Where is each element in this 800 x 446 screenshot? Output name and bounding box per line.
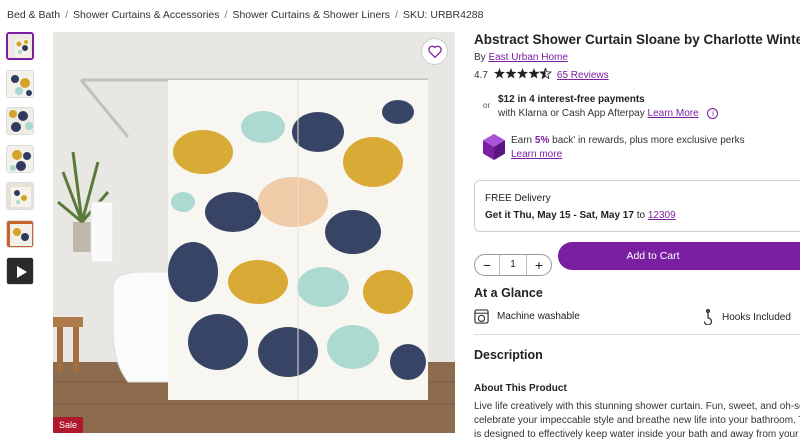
- product-hero-image[interactable]: [53, 32, 455, 433]
- at-a-glance-heading: At a Glance: [474, 286, 543, 300]
- about-product-heading: About This Product: [474, 383, 567, 394]
- sale-badge: Sale: [53, 417, 84, 433]
- breadcrumb-shower-curtains-accessories[interactable]: Shower Curtains & Accessories: [73, 9, 219, 21]
- quantity-input[interactable]: 1: [499, 255, 527, 275]
- thumbnail-1[interactable]: [6, 32, 34, 60]
- installment-subtext: with Klarna or Cash App Afterpay Learn M…: [498, 108, 719, 120]
- rewards-text-after: back' in rewards, plus more exclusive pe…: [552, 135, 745, 146]
- breadcrumb-bed-bath[interactable]: Bed & Bath: [7, 9, 60, 21]
- installment-providers: with Klarna or Cash App Afterpay: [498, 108, 645, 120]
- add-to-cart-label: Add to Cart: [626, 250, 680, 262]
- breadcrumb: Bed & Bath / Shower Curtains & Accessories…: [7, 9, 484, 21]
- brand-link[interactable]: East Urban Home: [488, 52, 567, 63]
- rewards-learn-more-link[interactable]: Learn more: [511, 149, 562, 160]
- delivery-to-label: to: [636, 210, 646, 221]
- thumbnail-4[interactable]: [6, 144, 34, 173]
- washing-machine-icon: [474, 309, 489, 324]
- feature-hooks-included: Hooks Included: [702, 309, 791, 325]
- product-title: Abstract Shower Curtain Sloane by Charlo…: [474, 32, 800, 47]
- zip-code-link[interactable]: 12309: [648, 210, 676, 221]
- delivery-label: FREE Delivery: [485, 193, 551, 204]
- feature-machine-washable: Machine washable: [474, 309, 580, 324]
- heart-icon: [427, 45, 442, 58]
- delivery-date-range: Get it Thu, May 15 - Sat, May 17: [485, 210, 634, 221]
- description-line: celebrate your impeccable style and brea…: [474, 415, 800, 426]
- brand-byline: By East Urban Home: [474, 52, 568, 63]
- breadcrumb-shower-curtains-liners[interactable]: Shower Curtains & Shower Liners: [232, 9, 390, 21]
- feature-label: Machine washable: [497, 311, 580, 322]
- quantity-stepper: − 1 +: [474, 254, 552, 276]
- feature-label: Hooks Included: [722, 311, 791, 323]
- thumbnail-5[interactable]: [6, 182, 34, 210]
- breadcrumb-separator: /: [224, 9, 228, 21]
- info-icon[interactable]: i: [707, 108, 719, 119]
- product-description-text: Live life creatively with this stunning …: [474, 400, 800, 442]
- thumbnail-2[interactable]: [6, 69, 34, 98]
- section-divider: [474, 334, 800, 335]
- description-line: is designed to effectively keep water in…: [474, 429, 800, 440]
- by-label: By: [474, 52, 486, 63]
- rating-value: 4.7: [474, 69, 488, 81]
- rating-row: 4.7 65 Reviews: [474, 66, 609, 82]
- rewards-percent: 5%: [534, 135, 550, 146]
- rewards-text-before: Earn: [511, 135, 533, 146]
- installment-headline: $12 in 4 interest-free payments: [498, 94, 645, 105]
- delivery-box: FREE Delivery Get it Thu, May 15 - Sat, …: [474, 180, 800, 232]
- add-to-cart-button[interactable]: Add to Cart: [558, 242, 800, 270]
- decrease-quantity-button[interactable]: −: [480, 258, 494, 272]
- description-line: Live life creatively with this stunning …: [474, 401, 800, 412]
- thumbnail-3[interactable]: [6, 107, 34, 135]
- delivery-estimate: Get it Thu, May 15 - Sat, May 17 to 1230…: [485, 210, 676, 221]
- breadcrumb-separator: /: [65, 9, 69, 21]
- thumbnail-video[interactable]: [6, 257, 34, 285]
- play-icon: [17, 266, 27, 278]
- reviews-link[interactable]: 65 Reviews: [557, 70, 609, 81]
- favorite-button[interactable]: [421, 38, 448, 65]
- rewards-text: Earn 5% back' in rewards, plus more excl…: [511, 135, 745, 146]
- or-label: or: [483, 101, 491, 110]
- hook-icon: [703, 309, 713, 325]
- increase-quantity-button[interactable]: +: [532, 258, 546, 272]
- sku-label: SKU: URBR4288: [402, 9, 484, 21]
- description-heading: Description: [474, 348, 543, 362]
- thumbnail-list: [6, 32, 34, 295]
- breadcrumb-separator: /: [395, 9, 398, 21]
- rewards-gem-icon: [483, 134, 505, 160]
- installment-learn-more-link[interactable]: Learn More: [648, 108, 699, 119]
- star-rating-icon: [493, 66, 553, 82]
- thumbnail-6[interactable]: [6, 219, 34, 248]
